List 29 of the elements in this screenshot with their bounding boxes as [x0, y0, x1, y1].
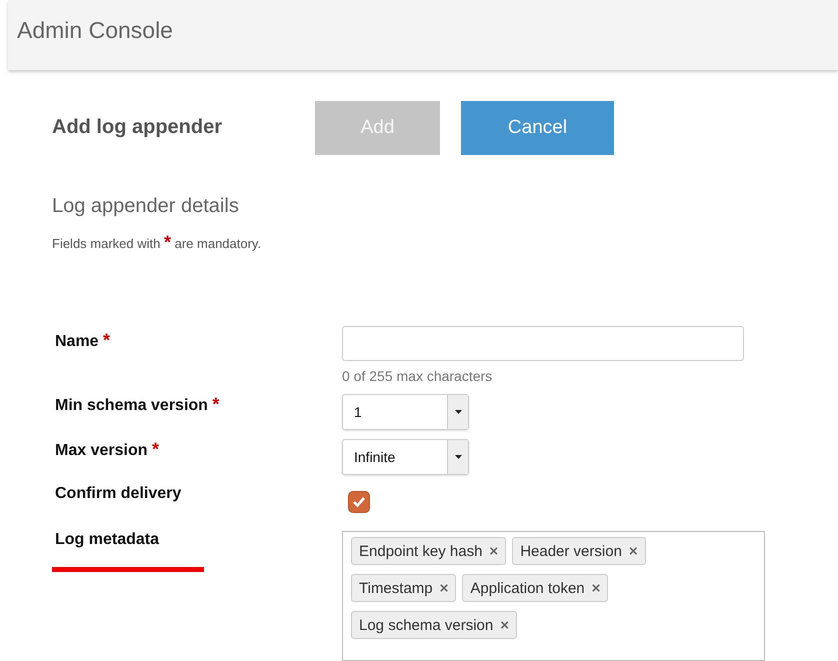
metadata-tag: Timestamp ×: [351, 574, 456, 602]
remove-button[interactable]: ×: [628, 542, 638, 560]
confirm-checkbox[interactable]: [348, 491, 370, 513]
metadata-field[interactable]: Endpoint key hash × Header version × Timestamp × Application token × Log schema version ×: [342, 531, 765, 661]
metadata-tag: Log schema version ×: [351, 611, 518, 639]
field-label: Confirm delivery: [55, 485, 182, 502]
char-counter: 0 of 255 max characters: [342, 368, 494, 384]
version-dropdown[interactable]: Infinite: [342, 439, 469, 475]
field-label: Log metadata: [55, 531, 160, 548]
caret-icon: [454, 455, 462, 459]
page-title: Add log appender: [52, 116, 223, 139]
version-dropdown[interactable]: 1: [342, 394, 469, 430]
check-icon: [352, 496, 366, 508]
field-label: Max version *: [55, 442, 159, 459]
caret-icon: [454, 410, 462, 414]
metadata-tag: Application token ×: [462, 574, 608, 602]
field-label: Min schema version *: [55, 397, 220, 414]
cancel-button[interactable]: Cancel: [461, 100, 614, 154]
section-heading: Log appender details: [52, 195, 240, 218]
remove-button[interactable]: ×: [592, 580, 600, 596]
metadata-tag: Header version ×: [512, 537, 646, 565]
name-field[interactable]: [342, 326, 744, 361]
remove-button[interactable]: ×: [440, 580, 448, 596]
metadata-tag: Endpoint key hash ×: [351, 537, 506, 565]
field-label: Name *: [55, 333, 110, 350]
remove-button[interactable]: ×: [489, 542, 498, 560]
app-title: Admin Console: [17, 16, 173, 44]
note-text: Fields marked with * are mandatory.: [52, 232, 262, 253]
remove-button[interactable]: ×: [500, 616, 510, 634]
